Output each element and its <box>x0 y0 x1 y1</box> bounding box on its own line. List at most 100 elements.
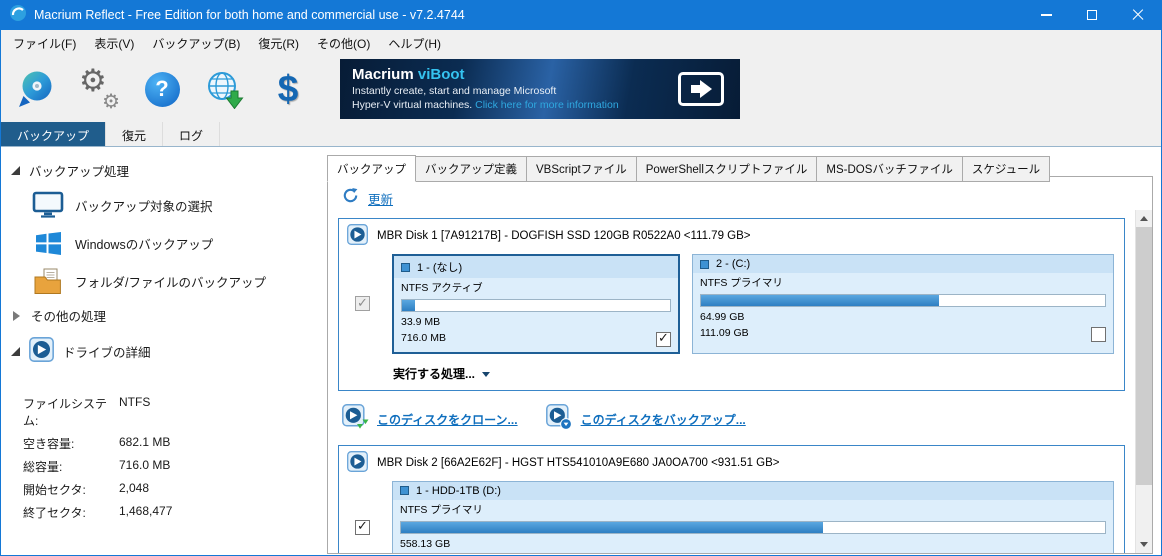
drive-details-list: ファイルシステム:NTFS 空き容量:682.1 MB 総容量:716.0 MB… <box>23 395 323 521</box>
disk1-select-checkbox[interactable] <box>355 296 370 311</box>
ctab-powershell-files[interactable]: PowerShellスクリプトファイル <box>636 156 818 182</box>
menu-restore[interactable]: 復元(R) <box>249 31 308 56</box>
expander-expanded-icon[interactable] <box>11 347 20 356</box>
partition-sizes: 64.99 GB 111.09 GB <box>700 310 749 342</box>
partition-name: 1 - HDD-1TB (D:) <box>416 485 501 497</box>
partition-icon <box>400 486 409 495</box>
disk-title: MBR Disk 1 [7A91217B] - DOGFISH SSD 120G… <box>377 230 751 242</box>
chevron-down-icon <box>482 372 490 377</box>
banner-desc-line2: Hyper-V virtual machines. Click here for… <box>352 99 728 111</box>
purchase-dollar-icon[interactable]: $ <box>265 63 311 115</box>
partition-icon <box>401 263 410 272</box>
sidebar-item-select-backup-source[interactable]: バックアップ対象の選択 <box>11 186 323 224</box>
expander-collapsed-icon[interactable] <box>13 311 20 321</box>
sidebar-item-windows-backup[interactable]: Windowsのバックアップ <box>11 224 323 262</box>
sidebar-section-other-tasks[interactable]: その他の処理 <box>11 300 323 331</box>
minimize-button[interactable] <box>1023 0 1069 30</box>
ctab-schedule[interactable]: スケジュール <box>962 156 1050 182</box>
edit-defaults-gear-icon[interactable]: ⚙⚙ <box>76 63 122 115</box>
window-controls <box>1023 0 1161 30</box>
partition-usage-bar <box>401 299 671 312</box>
close-button[interactable] <box>1115 0 1161 30</box>
disk-title: MBR Disk 2 [66A2E62F] - HGST HTS541010A9… <box>377 457 780 469</box>
toolbar: ⚙⚙ ? $ Macrium viBoot Instantly create, … <box>1 56 1161 122</box>
disk1-actions-dropdown[interactable]: 実行する処理... <box>339 360 1124 390</box>
disk1-partition-2[interactable]: 2 - (C:) NTFS プライマリ 64.99 GB <box>692 254 1114 354</box>
scrollbar-thumb[interactable] <box>1136 227 1152 485</box>
partition-usage-fill <box>401 522 823 533</box>
section-label: その他の処理 <box>31 306 106 325</box>
maximize-button[interactable] <box>1069 0 1115 30</box>
partition-usage-bar <box>700 294 1106 307</box>
disk1-partition-1[interactable]: 1 - (なし) NTFS アクティブ 33.9 MB <box>392 254 680 354</box>
folder-files-icon <box>31 268 65 295</box>
menu-other[interactable]: その他(O) <box>308 31 379 56</box>
banner-title: Macrium viBoot <box>352 66 728 83</box>
tab-backup[interactable]: バックアップ <box>1 122 106 146</box>
main-content: バックアップ バックアップ定義 VBScriptファイル PowerShellス… <box>323 147 1161 556</box>
viboot-banner[interactable]: Macrium viBoot Instantly create, start a… <box>340 59 740 119</box>
section-label: ドライブの詳細 <box>63 342 151 361</box>
ctab-backup[interactable]: バックアップ <box>327 155 416 182</box>
partition-name: 2 - (C:) <box>716 258 750 270</box>
disk-icon <box>347 451 368 475</box>
disk2-partition-1[interactable]: 1 - HDD-1TB (D:) NTFS プライマリ 558.13 GB <box>392 481 1114 554</box>
check-updates-globe-icon[interactable] <box>202 63 248 115</box>
tab-log[interactable]: ログ <box>163 122 220 146</box>
help-icon[interactable]: ? <box>139 63 185 115</box>
partition-type: NTFS プライマリ <box>693 273 1113 291</box>
detail-row: 開始セクタ:2,048 <box>23 481 323 498</box>
partition-sizes: 33.9 MB 716.0 MB <box>401 315 446 347</box>
disk-icon <box>347 224 368 248</box>
drive-icon <box>29 337 54 365</box>
detail-row: 終了セクタ:1,468,477 <box>23 504 323 521</box>
app-logo-icon <box>9 4 27 27</box>
ctab-vbscript-files[interactable]: VBScriptファイル <box>526 156 637 182</box>
main-nav-tabs: バックアップ 復元 ログ <box>1 122 1161 147</box>
partition-sizes: 558.13 GB 931.51 GB <box>400 537 450 554</box>
disk-panel-2[interactable]: MBR Disk 2 [66A2E62F] - HGST HTS541010A9… <box>338 445 1125 554</box>
create-rescue-media-icon[interactable] <box>13 63 59 115</box>
banner-desc-line1: Instantly create, start and manage Micro… <box>352 85 728 97</box>
refresh-icon[interactable] <box>342 187 359 209</box>
tab-restore[interactable]: 復元 <box>106 122 163 146</box>
partition-type: NTFS アクティブ <box>394 278 678 296</box>
content-tabs: バックアップ バックアップ定義 VBScriptファイル PowerShellス… <box>327 155 1161 182</box>
scroll-up-button[interactable] <box>1136 210 1152 227</box>
sidebar-section-drive-details[interactable]: ドライブの詳細 <box>11 331 323 371</box>
item-label: Windowsのバックアップ <box>75 234 213 253</box>
disk2-select-checkbox[interactable] <box>355 520 370 535</box>
detail-row: 空き容量:682.1 MB <box>23 435 323 452</box>
vertical-scrollbar[interactable] <box>1135 210 1152 553</box>
clone-disk-action[interactable]: このディスクをクローン... <box>342 404 518 435</box>
sidebar-section-backup-tasks[interactable]: バックアップ処理 <box>11 155 323 186</box>
partition-name: 1 - (なし) <box>417 259 462 275</box>
menu-help[interactable]: ヘルプ(H) <box>379 31 450 56</box>
clone-disk-icon <box>342 404 369 435</box>
partition-usage-fill <box>701 295 939 306</box>
partition-usage-bar <box>400 521 1106 534</box>
partition-checkbox[interactable] <box>1091 327 1106 342</box>
partition-type: NTFS プライマリ <box>393 500 1113 518</box>
banner-link[interactable]: Click here for more information <box>475 99 619 111</box>
sidebar-item-folder-file-backup[interactable]: フォルダ/ファイルのバックアップ <box>11 262 323 300</box>
expander-expanded-icon[interactable] <box>11 166 20 175</box>
windows-logo-icon <box>31 231 65 256</box>
refresh-link[interactable]: 更新 <box>368 189 393 208</box>
backup-disk-icon <box>546 404 573 435</box>
disk-panel-1[interactable]: MBR Disk 1 [7A91217B] - DOGFISH SSD 120G… <box>338 218 1125 391</box>
item-label: バックアップ対象の選択 <box>75 196 213 215</box>
partition-checkbox[interactable] <box>656 332 671 347</box>
monitor-icon <box>31 191 65 219</box>
menu-view[interactable]: 表示(V) <box>85 31 143 56</box>
partition-usage-fill <box>402 300 415 311</box>
title-bar: Macrium Reflect - Free Edition for both … <box>1 0 1161 30</box>
scroll-down-button[interactable] <box>1136 536 1152 553</box>
menu-backup[interactable]: バックアップ(B) <box>143 31 249 56</box>
menu-bar: ファイル(F) 表示(V) バックアップ(B) 復元(R) その他(O) ヘルプ… <box>1 30 1161 56</box>
ctab-backup-definitions[interactable]: バックアップ定義 <box>415 156 527 182</box>
disk-list: MBR Disk 1 [7A91217B] - DOGFISH SSD 120G… <box>328 210 1135 553</box>
menu-file[interactable]: ファイル(F) <box>4 31 85 56</box>
backup-disk-action[interactable]: このディスクをバックアップ... <box>546 404 746 435</box>
ctab-msdos-batch-files[interactable]: MS-DOSバッチファイル <box>816 156 963 182</box>
